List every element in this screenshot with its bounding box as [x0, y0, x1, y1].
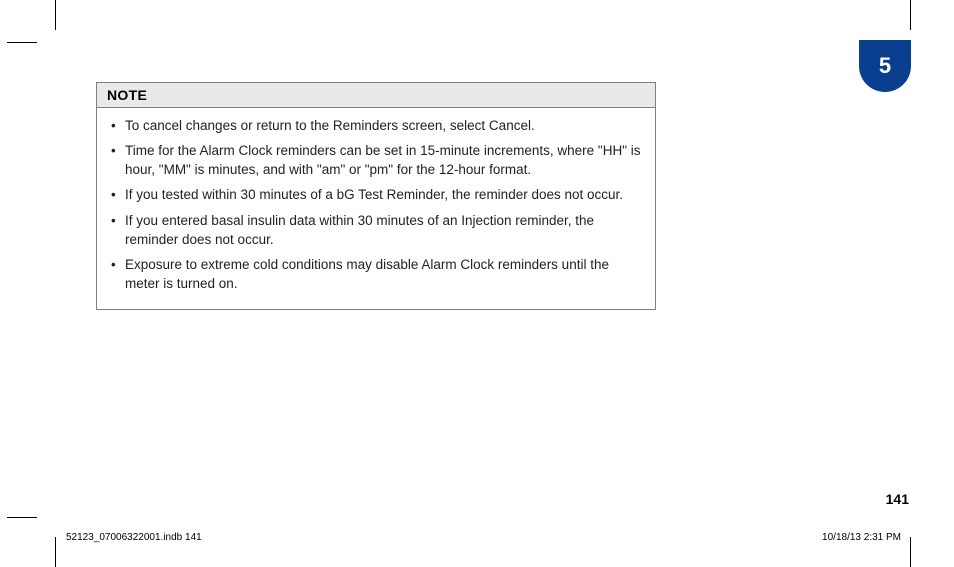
slug-timestamp: 10/18/13 2:31 PM: [822, 532, 901, 543]
slug-filename: 52123_07006322001.indb 141: [66, 532, 202, 543]
note-item: Exposure to extreme cold conditions may …: [111, 255, 641, 293]
chapter-number: 5: [879, 53, 891, 79]
note-heading: NOTE: [97, 83, 655, 108]
page-number: 141: [886, 491, 909, 507]
note-item: To cancel changes or return to the Remin…: [111, 116, 641, 135]
chapter-tab: 5: [859, 40, 911, 92]
note-box: NOTE To cancel changes or return to the …: [96, 82, 656, 310]
note-item: If you tested within 30 minutes of a bG …: [111, 185, 641, 204]
note-body: To cancel changes or return to the Remin…: [97, 108, 655, 309]
crop-mark: [7, 517, 37, 518]
crop-mark: [7, 42, 37, 43]
note-item: If you entered basal insulin data within…: [111, 211, 641, 249]
page-content: 5 NOTE To cancel changes or return to th…: [56, 2, 911, 557]
note-item: Time for the Alarm Clock reminders can b…: [111, 141, 641, 179]
